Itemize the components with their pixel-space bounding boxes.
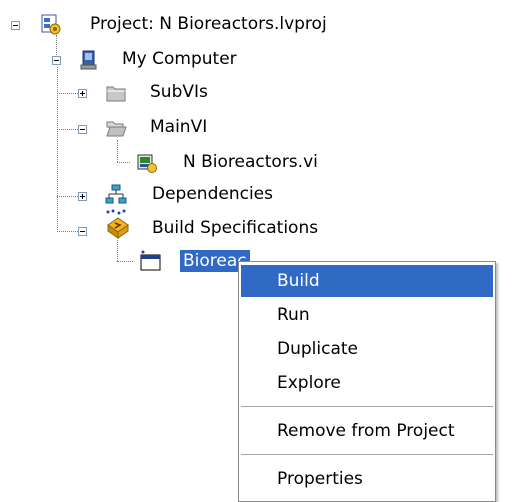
tree-item-project[interactable]: Project: N Bioreactors.lvproj [90, 13, 327, 35]
menu-separator [241, 454, 493, 455]
menu-item-explore[interactable]: Explore [241, 367, 493, 399]
tree-item-n-bioreactors-vi[interactable]: N Bioreactors.vi [183, 151, 318, 173]
application-build-icon [140, 250, 161, 271]
folder-icon [106, 86, 126, 102]
tree-line [57, 129, 78, 130]
tree-item-dependencies[interactable]: Dependencies [152, 183, 273, 205]
tree-line [117, 261, 133, 262]
menu-item-remove-from-project[interactable]: Remove from Project [241, 415, 493, 447]
menu-item-properties[interactable]: Properties [241, 463, 493, 495]
expand-dependencies-toggle[interactable] [78, 192, 87, 201]
tree-line [57, 67, 58, 232]
expand-subvis-toggle[interactable] [78, 89, 87, 98]
menu-separator [241, 406, 493, 407]
tree-line [117, 240, 118, 261]
collapse-my-computer-toggle[interactable] [52, 56, 61, 65]
menu-item-run[interactable]: Run [241, 299, 493, 331]
folder-open-icon [106, 121, 127, 137]
vi-file-icon [137, 154, 157, 173]
tree-item-my-computer[interactable]: My Computer [122, 48, 237, 70]
build-specifications-icon [106, 209, 129, 239]
tree-item-build-specifications[interactable]: Build Specifications [152, 217, 318, 239]
collapse-project-toggle[interactable] [11, 21, 20, 30]
tree-line [57, 93, 78, 94]
tree-item-subvis[interactable]: SubVIs [150, 81, 208, 103]
tree-line [57, 231, 78, 232]
computer-icon [80, 50, 97, 70]
tree-item-mainvi[interactable]: MainVI [150, 116, 207, 138]
menu-item-build[interactable]: Build [241, 265, 493, 297]
collapse-mainvi-toggle[interactable] [78, 125, 87, 134]
tree-line [57, 196, 78, 197]
tree-line [117, 140, 118, 162]
project-icon [41, 14, 61, 35]
tree-line [117, 162, 130, 163]
dependencies-icon [105, 184, 127, 204]
menu-item-duplicate[interactable]: Duplicate [241, 333, 493, 365]
collapse-build-specifications-toggle[interactable] [78, 227, 87, 236]
context-menu: Build Run Duplicate Explore Remove from … [238, 261, 496, 502]
